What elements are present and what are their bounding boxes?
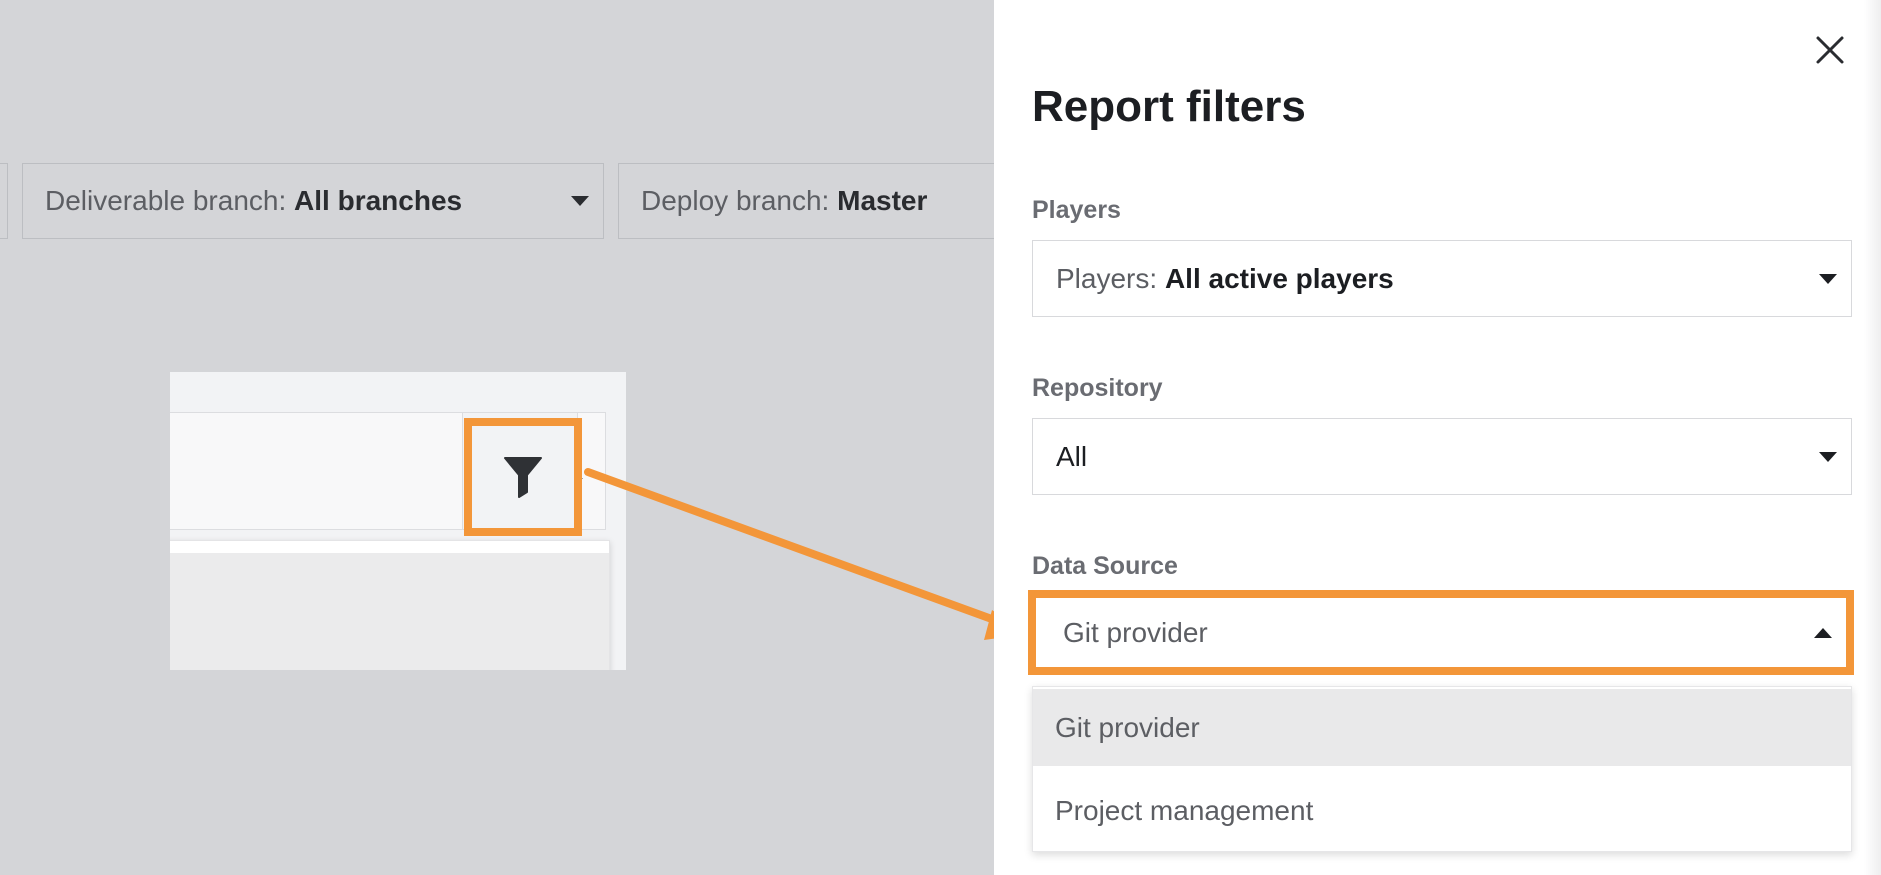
players-select-prefix: Players:	[1056, 262, 1158, 294]
panel-edge-shadow	[1864, 0, 1881, 875]
repository-select-value: All	[1056, 440, 1088, 472]
data-source-dropdown: Git provider Project management	[1032, 686, 1852, 852]
chevron-down-icon	[1819, 451, 1837, 462]
chevron-up-icon	[1814, 627, 1832, 638]
repository-label: Repository	[1032, 374, 1163, 402]
chevron-down-icon	[1819, 273, 1837, 284]
panel-title: Report filters	[1032, 82, 1306, 131]
dropdown-option-project-management[interactable]: Project management	[1033, 772, 1851, 849]
players-label: Players	[1032, 196, 1121, 224]
data-source-select-value: Git provider	[1063, 616, 1208, 648]
data-source-label: Data Source	[1032, 552, 1178, 580]
dropdown-option-git-provider[interactable]: Git provider	[1033, 689, 1851, 766]
close-button[interactable]	[1810, 30, 1850, 70]
players-select-value: All active players	[1164, 262, 1394, 294]
players-select[interactable]: Players: All active players	[1032, 240, 1852, 317]
data-source-select[interactable]: Git provider	[1028, 590, 1854, 675]
repository-select[interactable]: All	[1032, 418, 1852, 495]
close-icon	[1816, 36, 1844, 64]
